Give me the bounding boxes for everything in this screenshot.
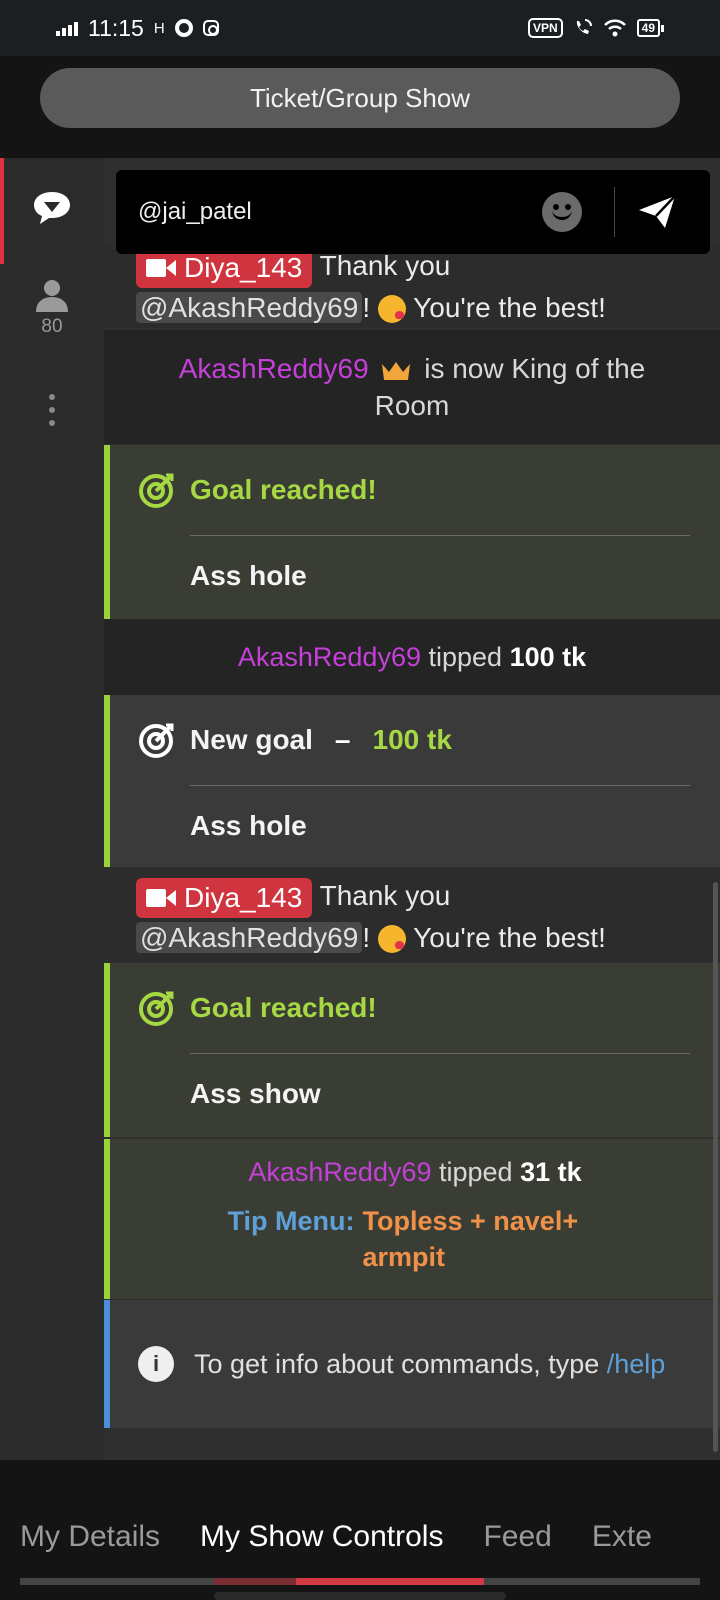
kiss-emoji-icon bbox=[377, 925, 406, 954]
signal-icon bbox=[56, 20, 78, 36]
home-indicator bbox=[214, 1592, 506, 1600]
mention-tag[interactable]: @AkashReddy69 bbox=[136, 291, 363, 323]
camera-icon bbox=[146, 888, 176, 907]
tab-extensions[interactable]: Exte bbox=[592, 1520, 652, 1554]
chat-message: Diya_143 Thank you @AkashReddy69! You're… bbox=[104, 246, 720, 328]
chat-bubble-icon bbox=[34, 192, 70, 224]
ticket-group-show-button[interactable]: Ticket/Group Show bbox=[40, 68, 680, 128]
tab-scroll-thumb bbox=[214, 1578, 296, 1585]
badge-username: Diya_143 bbox=[184, 881, 303, 913]
more-vertical-icon bbox=[49, 394, 55, 426]
info-text: To get info about commands, type bbox=[194, 1349, 607, 1379]
king-notice: AkashReddy69 is now King of the Room bbox=[104, 330, 720, 444]
goal-title: Goal reached! bbox=[190, 474, 377, 505]
message-punct: ! bbox=[362, 921, 378, 953]
rail-users-tab[interactable]: 80 bbox=[0, 278, 104, 338]
message-text: Thank you bbox=[319, 250, 451, 281]
wifi-call-icon bbox=[576, 19, 592, 34]
tip-notice: AkashReddy69 tipped 100 tk bbox=[104, 619, 720, 695]
chat-message: Diya_143 Thank you @AkashReddy69! You're… bbox=[104, 868, 720, 962]
tip-menu-item: Topless + navel+ armpit bbox=[362, 1206, 579, 1272]
notification-circle-icon bbox=[174, 19, 193, 37]
goal-description: Ass show bbox=[190, 1078, 321, 1109]
clock: 11:15 bbox=[88, 14, 144, 41]
side-rail: 80 bbox=[0, 158, 104, 1460]
chat-input-bar bbox=[116, 170, 710, 254]
send-icon bbox=[639, 195, 676, 228]
goal-description: Ass hole bbox=[190, 560, 307, 591]
battery-icon: 49 bbox=[636, 19, 664, 37]
users-count: 80 bbox=[41, 316, 63, 337]
status-bar: 11:15 H VPN 49 bbox=[0, 0, 720, 56]
username[interactable]: AkashReddy69 bbox=[179, 353, 369, 384]
king-text-line2: Room bbox=[374, 390, 450, 421]
tip-menu-notice: AkashReddy69 tipped 31 tk Tip Menu: Topl… bbox=[104, 1139, 720, 1299]
vpn-badge: VPN bbox=[527, 18, 563, 38]
tip-menu-label: Tip Menu: bbox=[227, 1206, 355, 1236]
username[interactable]: AkashReddy69 bbox=[238, 642, 421, 672]
battery-level: 49 bbox=[636, 19, 660, 37]
message-tail: You're the best! bbox=[405, 921, 606, 953]
goal-reached-card: Goal reached! Ass hole bbox=[104, 445, 720, 619]
crown-icon bbox=[382, 361, 411, 380]
tab-feed[interactable]: Feed bbox=[483, 1520, 551, 1554]
model-badge[interactable]: Diya_143 bbox=[136, 877, 313, 918]
username[interactable]: AkashReddy69 bbox=[248, 1157, 431, 1187]
send-button[interactable] bbox=[637, 194, 677, 230]
tab-my-details[interactable]: My Details bbox=[20, 1520, 160, 1554]
network-h-indicator: H bbox=[153, 19, 165, 37]
message-text: Thank you bbox=[319, 880, 451, 911]
message-tail: You're the best! bbox=[405, 291, 606, 323]
goal-dash: – bbox=[334, 724, 351, 755]
rail-chat-tab[interactable] bbox=[0, 190, 104, 226]
king-text-line1: is now King of the bbox=[416, 353, 646, 384]
info-notice: i To get info about commands, type /help bbox=[104, 1300, 720, 1428]
tip-amount: 31 tk bbox=[520, 1157, 582, 1187]
tip-amount: 100 tk bbox=[509, 642, 587, 672]
target-icon bbox=[139, 723, 174, 758]
new-goal-card: New goal – 100 tk Ass hole bbox=[104, 695, 720, 867]
goal-amount: 100 tk bbox=[372, 724, 452, 755]
bottom-tab-bar: My Details My Show Controls Feed Exte bbox=[0, 1460, 720, 1600]
screen: 11:15 H VPN 49 Ticket/Group Show 80 Diya… bbox=[0, 0, 720, 1600]
goal-description: Ass hole bbox=[190, 810, 307, 841]
chat-panel[interactable]: Diya_143 Thank you @AkashReddy69! You're… bbox=[104, 158, 720, 1460]
target-icon bbox=[139, 991, 174, 1026]
mention-tag[interactable]: @AkashReddy69 bbox=[136, 921, 363, 953]
target-icon bbox=[139, 473, 174, 508]
chat-input[interactable] bbox=[138, 198, 528, 226]
camera-icon bbox=[146, 258, 176, 277]
goal-title: New goal bbox=[190, 724, 313, 755]
rail-more-button[interactable] bbox=[0, 394, 104, 426]
help-command-link[interactable]: /help bbox=[607, 1349, 666, 1379]
instagram-icon bbox=[202, 20, 219, 36]
goal-reached-card: Goal reached! Ass show bbox=[104, 963, 720, 1137]
info-icon: i bbox=[138, 1346, 174, 1382]
tab-my-show-controls[interactable]: My Show Controls bbox=[200, 1520, 443, 1554]
tip-text: tipped bbox=[431, 1157, 521, 1187]
top-bar: Ticket/Group Show bbox=[0, 56, 720, 158]
user-icon bbox=[36, 280, 68, 312]
input-divider bbox=[614, 187, 615, 237]
emoji-picker-button[interactable] bbox=[542, 192, 582, 232]
kiss-emoji-icon bbox=[377, 295, 406, 324]
chat-scrollbar[interactable] bbox=[713, 882, 718, 1452]
goal-title: Goal reached! bbox=[190, 992, 377, 1023]
tip-text: tipped bbox=[420, 642, 510, 672]
wifi-icon bbox=[603, 19, 626, 37]
message-punct: ! bbox=[362, 291, 378, 323]
